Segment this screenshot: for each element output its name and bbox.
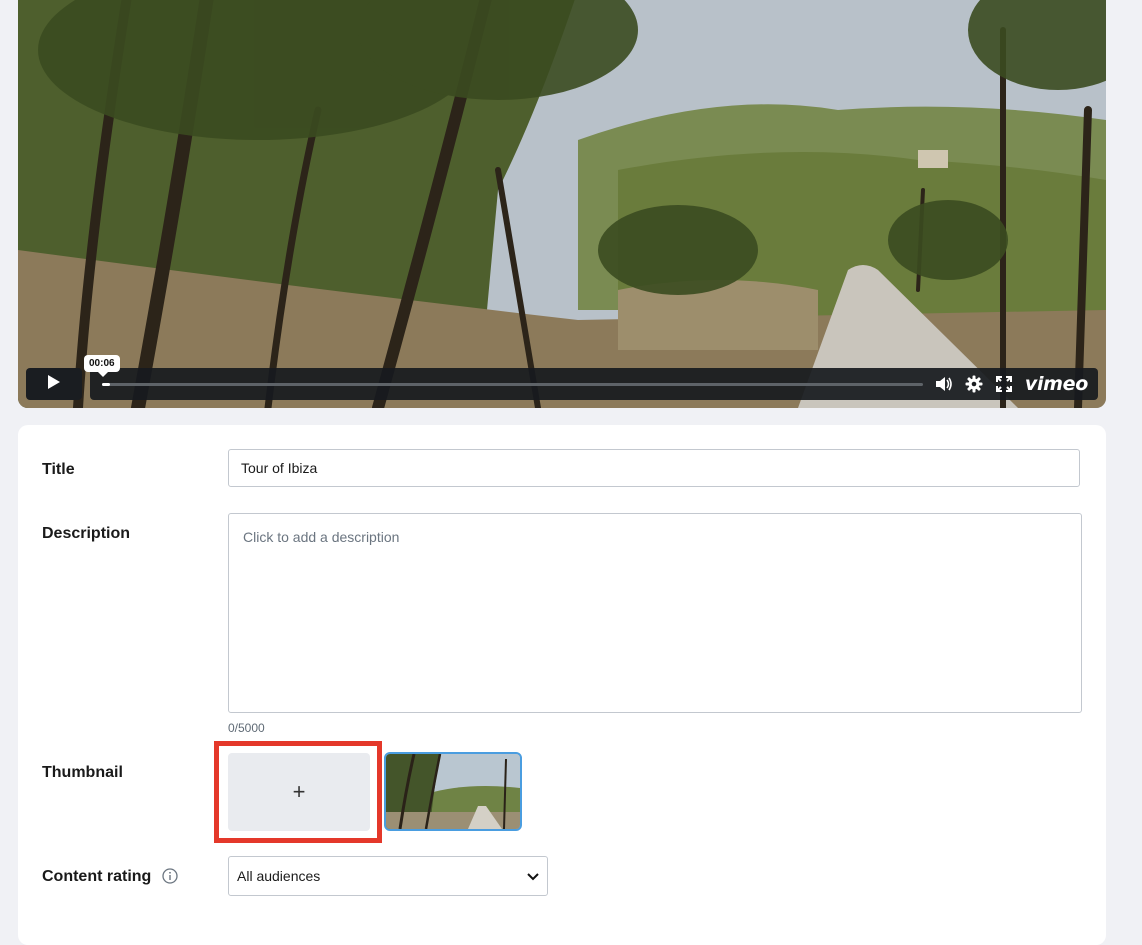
progress-track[interactable] — [102, 382, 923, 386]
fullscreen-icon[interactable] — [995, 375, 1013, 393]
description-char-counter: 0/5000 — [228, 721, 265, 735]
description-label: Description — [42, 525, 131, 542]
video-player[interactable]: vimeo — [18, 0, 1106, 408]
video-frame-image — [18, 0, 1106, 408]
title-input[interactable]: Tour of Ibiza — [228, 449, 1080, 487]
highlight-box — [214, 741, 382, 843]
thumbnail-label: Thumbnail — [42, 764, 123, 781]
timestamp-tooltip: 00:06 — [84, 355, 120, 377]
vimeo-logo[interactable]: vimeo — [1025, 373, 1088, 395]
thumbnail-image — [386, 754, 520, 829]
play-button[interactable] — [26, 368, 82, 400]
video-details-form: Title Tour of Ibiza Description Click to… — [18, 425, 1106, 945]
progress-fill — [102, 382, 111, 386]
info-icon[interactable] — [162, 868, 178, 884]
content-rating-value: All audiences — [237, 868, 321, 884]
play-icon — [47, 374, 61, 395]
chevron-down-icon — [527, 868, 539, 884]
settings-gear-icon[interactable] — [965, 375, 983, 393]
volume-icon[interactable] — [935, 375, 953, 393]
player-controls: vimeo — [26, 368, 1098, 400]
content-rating-select[interactable]: All audiences — [228, 856, 548, 896]
thumbnail-option-selected[interactable] — [384, 752, 522, 831]
control-bar: vimeo — [90, 368, 1098, 400]
description-textarea[interactable]: Click to add a description — [228, 513, 1082, 713]
content-rating-label: Content rating — [42, 868, 178, 886]
title-label: Title — [42, 461, 75, 478]
content-rating-label-text: Content rating — [42, 868, 152, 885]
